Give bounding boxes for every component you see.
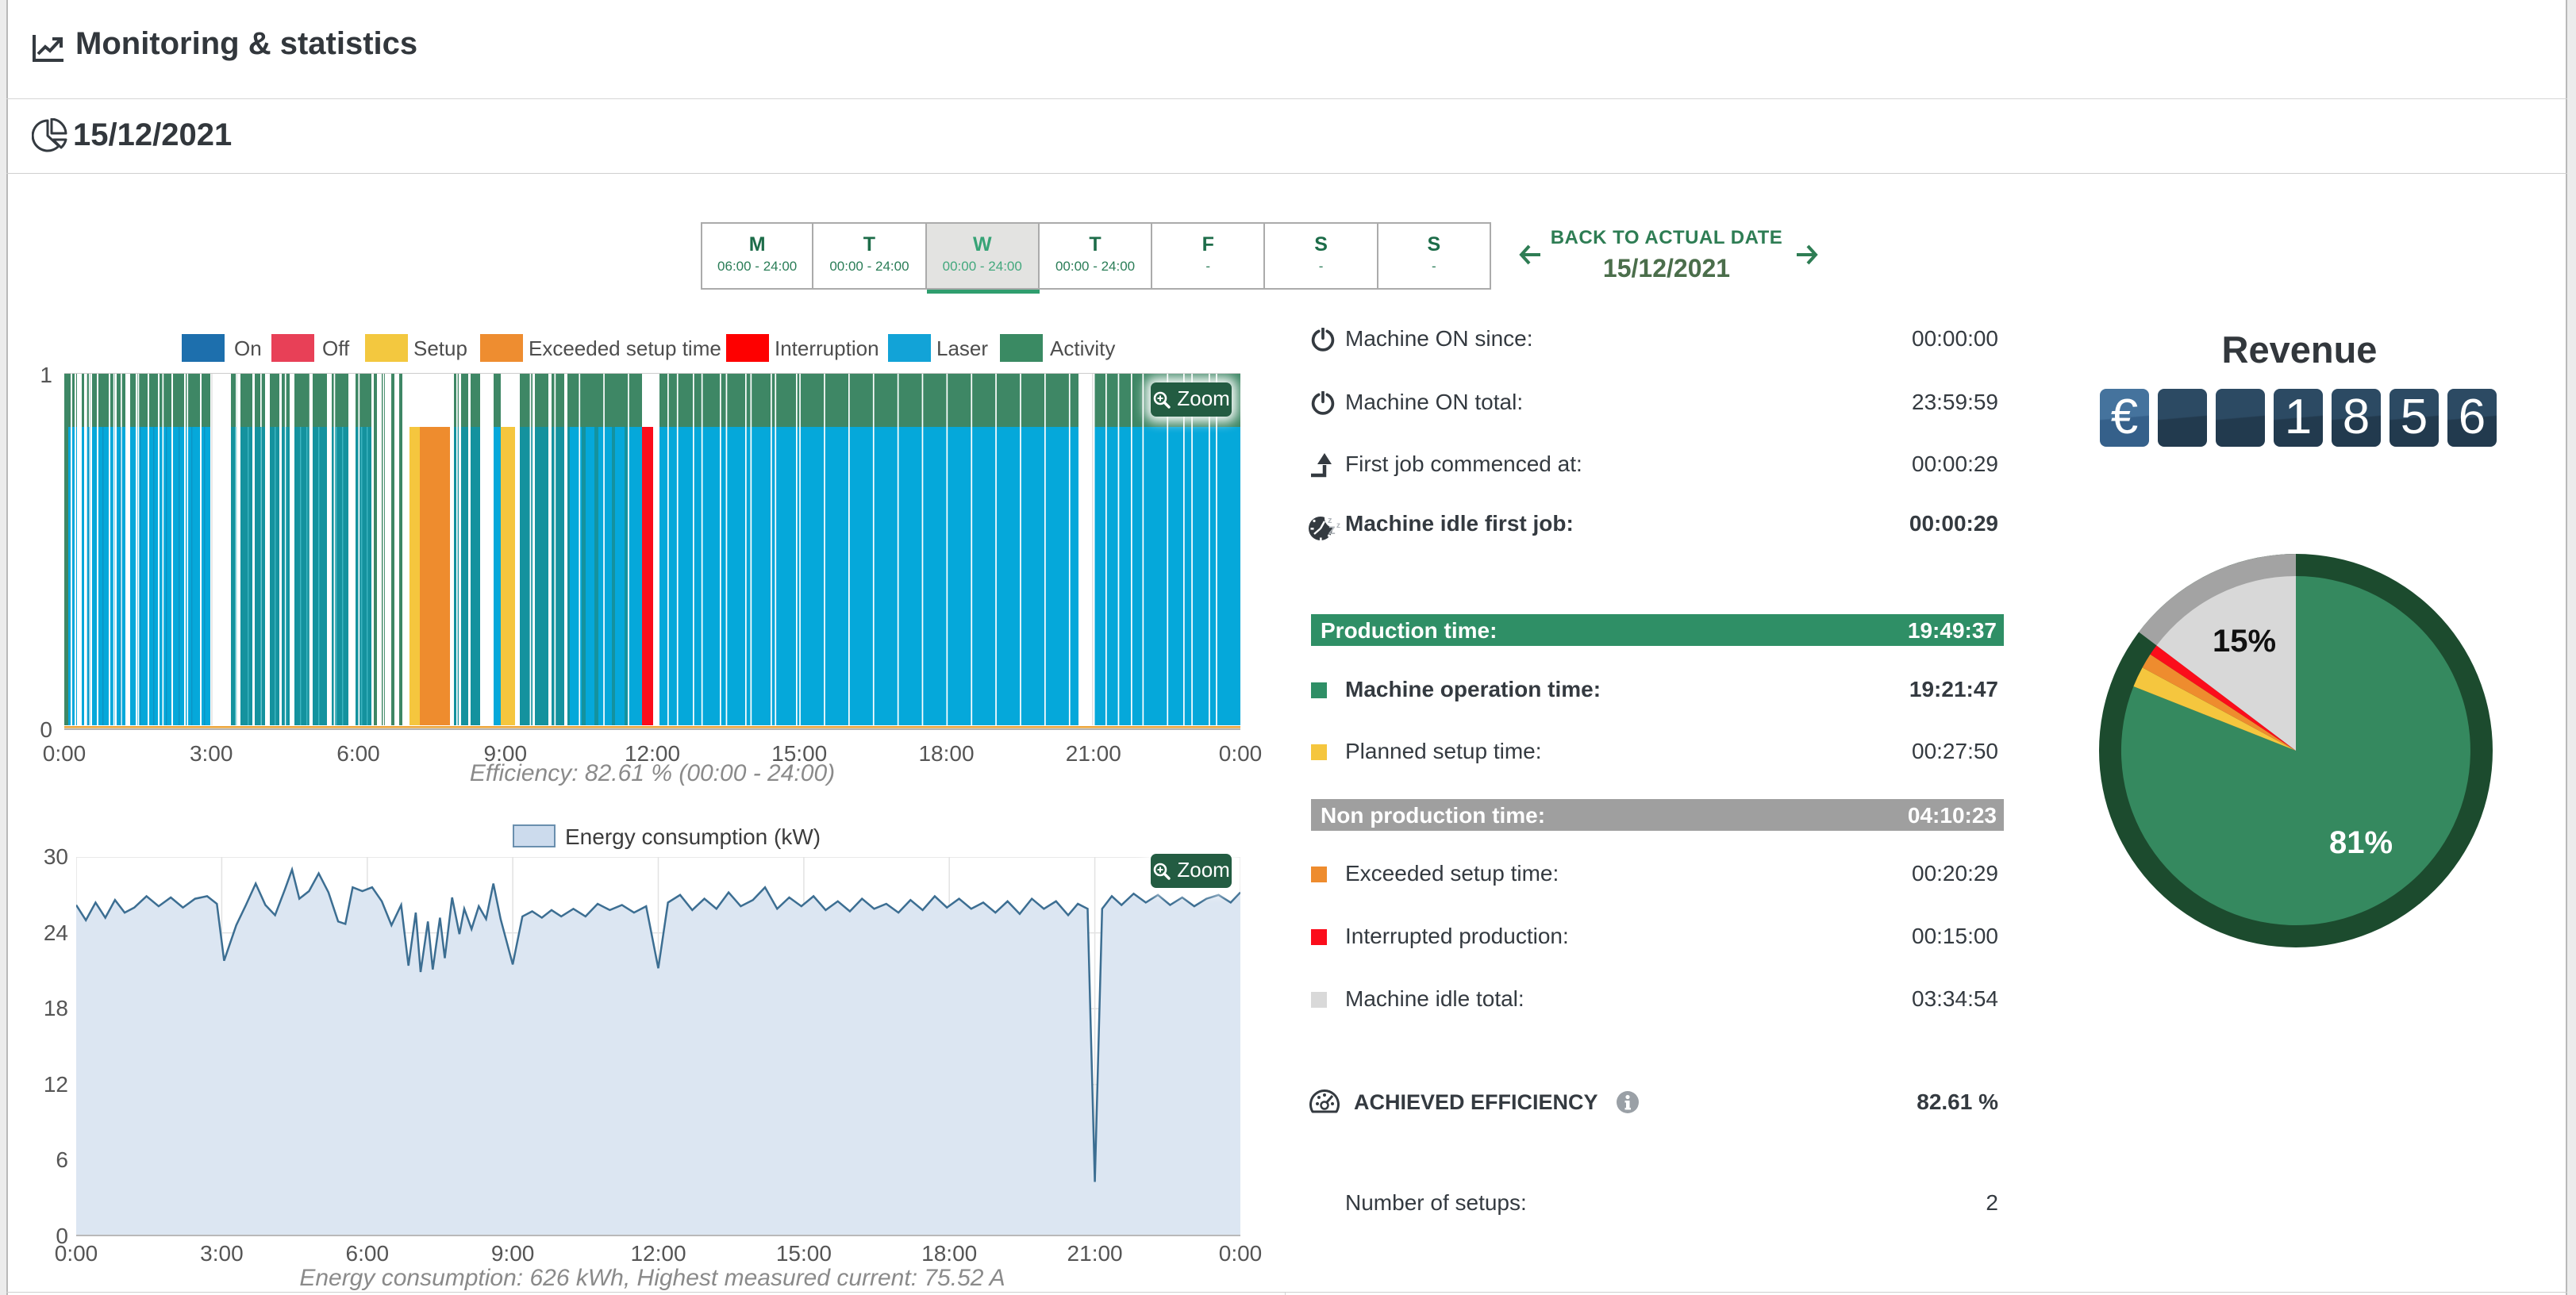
svg-text:Z: Z <box>1328 524 1336 536</box>
svg-text:z: z <box>1336 521 1340 530</box>
